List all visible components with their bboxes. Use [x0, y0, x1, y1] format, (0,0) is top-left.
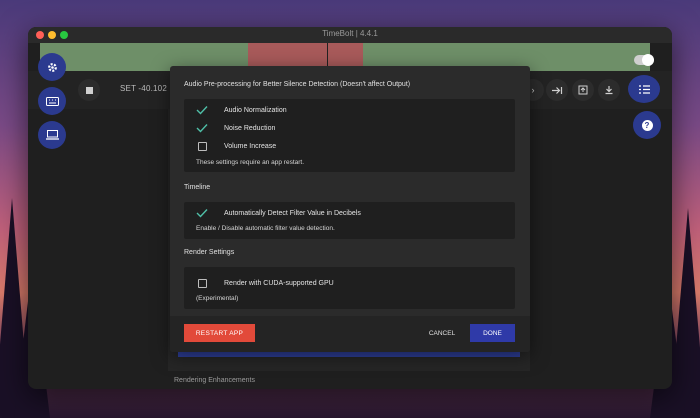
checkbox[interactable] [196, 277, 208, 289]
restart-note: These settings require an app restart. [196, 159, 305, 166]
auto-detect-note: Enable / Disable automatic filter value … [196, 225, 335, 232]
skip-end-icon [552, 86, 563, 94]
threshold-readout: SET -40.102 D [120, 84, 176, 93]
gear-icon [47, 62, 57, 72]
settings-dialog: Audio Pre-processing for Better Silence … [170, 66, 530, 352]
rendering-enhancements-heading: Rendering Enhancements [174, 377, 255, 384]
option-label: Volume Increase [224, 142, 277, 150]
checkbox[interactable] [196, 140, 208, 152]
experimental-note: (Experimental) [196, 295, 239, 302]
option-label: Audio Normalization [224, 106, 287, 114]
help-button[interactable]: ? [633, 111, 661, 139]
stop-button[interactable] [78, 79, 100, 101]
audio-section-title: Audio Pre-processing for Better Silence … [184, 81, 411, 88]
list-button[interactable] [628, 75, 660, 103]
render-settings-card: Render with CUDA-supported GPU (Experime… [184, 267, 515, 309]
monitor-icon [45, 130, 59, 140]
list-icon [638, 84, 650, 94]
option-label: Automatically Detect Filter Value in Dec… [224, 209, 361, 217]
download-icon [605, 86, 613, 95]
restart-app-button[interactable]: RESTART APP [184, 324, 255, 342]
toggle-switch[interactable] [634, 54, 654, 66]
settings-button[interactable] [38, 53, 66, 81]
checkmark-icon[interactable] [196, 122, 208, 134]
timeline-section-title: Timeline [184, 184, 211, 191]
jump-end-button[interactable] [546, 79, 568, 101]
cancel-button[interactable]: CANCEL [421, 324, 463, 342]
option-label: Noise Reduction [224, 124, 276, 132]
audio-normalization-option[interactable]: Audio Normalization [196, 103, 287, 117]
download-button[interactable] [598, 79, 620, 101]
stop-icon [85, 86, 93, 94]
question-icon: ? [641, 119, 653, 131]
volume-increase-option[interactable]: Volume Increase [196, 139, 276, 153]
dialog-footer: RESTART APP CANCEL DONE [170, 316, 530, 352]
chevron-right-icon: › [531, 85, 535, 95]
export-button[interactable] [572, 79, 594, 101]
keyboard-shortcuts-button[interactable] [38, 87, 66, 115]
auto-detect-filter-option[interactable]: Automatically Detect Filter Value in Dec… [196, 206, 361, 220]
export-icon [578, 85, 588, 95]
screen-button[interactable] [38, 121, 66, 149]
option-label: Render with CUDA-supported GPU [224, 279, 334, 287]
timeline-settings-card: Automatically Detect Filter Value in Dec… [184, 202, 515, 239]
audio-settings-card: Audio Normalization Noise Reduction Volu… [184, 99, 515, 172]
cuda-render-option[interactable]: Render with CUDA-supported GPU [196, 276, 334, 290]
checkmark-icon[interactable] [196, 207, 208, 219]
title-bar: TimeBolt | 4.4.1 [28, 27, 672, 43]
done-button[interactable]: DONE [470, 324, 515, 342]
keyboard-icon [45, 96, 59, 106]
window-title: TimeBolt | 4.4.1 [322, 29, 378, 38]
render-section-title: Render Settings [184, 249, 235, 256]
noise-reduction-option[interactable]: Noise Reduction [196, 121, 275, 135]
checkmark-icon[interactable] [196, 104, 208, 116]
